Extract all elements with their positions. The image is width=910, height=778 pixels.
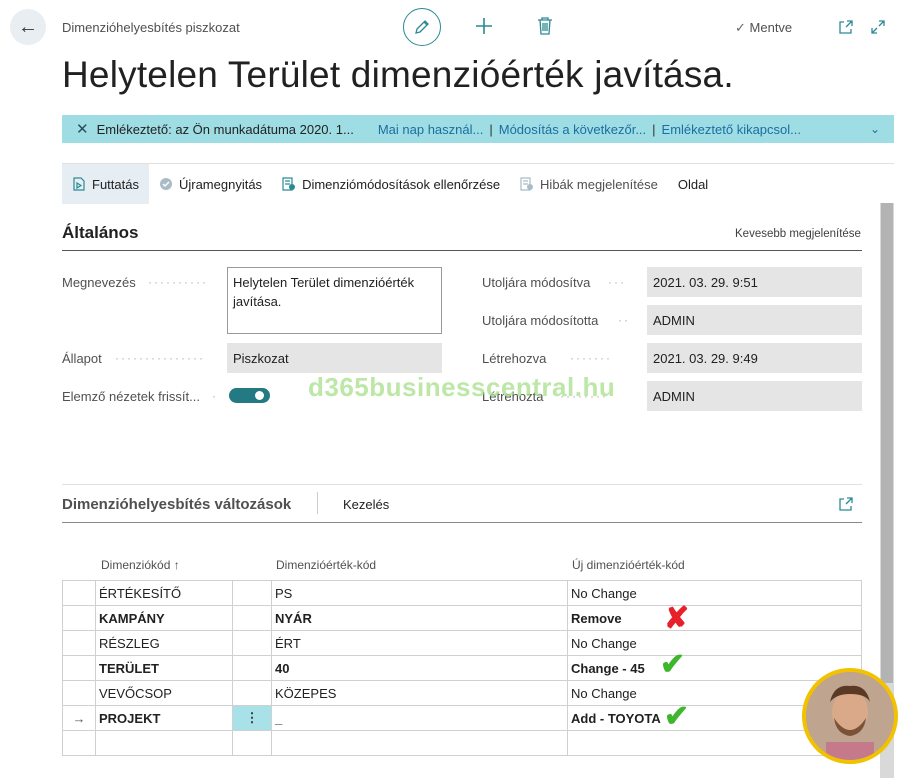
table-row[interactable]: VEVŐCSOP KÖZEPES No Change (62, 680, 862, 706)
table-row-selected[interactable]: → PROJEKT ⋮ _ Add - TOYOTA (62, 705, 862, 731)
dimension-value-cell[interactable]: ÉRT (271, 630, 568, 656)
cross-mark-icon: ✘ (664, 602, 690, 635)
saved-status: ✓ Mentve (735, 20, 793, 35)
new-value-cell[interactable]: Change - 45 (567, 655, 862, 681)
action-run[interactable]: Futtatás (62, 164, 149, 204)
column-header-dimension-code[interactable]: Dimenziókód ↑ (101, 558, 180, 572)
avatar-photo (806, 672, 894, 760)
notification-link-turn-off[interactable]: Emlékeztető kikapcsol... (662, 122, 801, 137)
manage-menu[interactable]: Kezelés (343, 497, 389, 512)
field-label-name: Megnevezés (62, 275, 136, 290)
subpage-expand-button[interactable] (838, 496, 854, 517)
scrollbar-thumb[interactable] (881, 203, 893, 683)
divider (62, 484, 862, 485)
edit-button[interactable] (403, 8, 441, 46)
created-field: 2021. 03. 29. 9:49 (647, 343, 862, 373)
dimension-code-cell[interactable]: ÉRTÉKESÍTŐ (95, 580, 233, 606)
action-check-dimension-changes[interactable]: Dimenziómódosítások ellenőrzése (272, 164, 510, 204)
dimension-value-cell[interactable]: NYÁR (271, 605, 568, 631)
column-header-new-dimension-value-code[interactable]: Új dimenzióérték-kód (572, 558, 685, 572)
breadcrumb: Dimenzióhelyesbítés piszkozat (62, 20, 240, 35)
name-field[interactable]: Helytelen Terület dimenzióérték javítása… (227, 267, 442, 334)
subpage-title: Dimenzióhelyesbítés változások (62, 496, 292, 513)
expand-button[interactable] (870, 19, 886, 40)
dimension-code-cell[interactable]: TERÜLET (95, 655, 233, 681)
open-new-window-button[interactable] (838, 19, 854, 40)
table-row[interactable]: KAMPÁNY NYÁR Remove (62, 605, 862, 631)
action-reopen[interactable]: Újramegnyitás (149, 164, 272, 204)
checkmark-icon: ✓ (735, 20, 746, 35)
new-value-cell[interactable]: No Change (567, 630, 862, 656)
dimension-value-cell[interactable]: KÖZEPES (271, 680, 568, 706)
dimension-value-cell[interactable]: _ (271, 705, 568, 731)
divider (62, 522, 862, 523)
row-actions-icon[interactable]: ⋮ (232, 705, 272, 731)
field-label-created: Létrehozva (482, 351, 547, 366)
run-icon (73, 177, 85, 191)
chevron-down-icon[interactable]: ⌄ (870, 122, 880, 136)
check-document-icon (282, 177, 296, 191)
toggle-knob (255, 391, 264, 400)
changes-table: ÉRTÉKESÍTŐ PS No Change KAMPÁNY NYÁR Rem… (62, 580, 862, 756)
close-icon[interactable]: ✕ (76, 120, 89, 138)
dimension-code-cell[interactable]: PROJEKT (95, 705, 233, 731)
page-title: Helytelen Terület dimenzióérték javítása… (62, 54, 734, 95)
person-icon (806, 672, 894, 760)
error-list-icon (520, 177, 534, 191)
column-header-dimension-value-code[interactable]: Dimenzióérték-kód (276, 558, 376, 572)
notification-link-change[interactable]: Módosítás a következőr... (499, 122, 646, 137)
sort-ascending-icon: ↑ (173, 558, 180, 572)
created-by-field: ADMIN (647, 381, 862, 411)
delete-button[interactable] (537, 17, 553, 40)
add-button[interactable] (475, 17, 493, 40)
back-button[interactable]: ← (10, 9, 46, 45)
last-modified-by-field: ADMIN (647, 305, 862, 335)
row-pointer-icon: → (62, 705, 96, 731)
divider (317, 492, 318, 514)
reopen-icon (159, 178, 172, 190)
show-less-link[interactable]: Kevesebb megjelenítése (735, 228, 861, 240)
dimension-code-cell[interactable]: VEVŐCSOP (95, 680, 233, 706)
table-row-empty[interactable] (62, 730, 862, 756)
field-label-last-modified: Utoljára módosítva (482, 275, 591, 290)
expand-icon (871, 20, 885, 34)
pencil-icon (415, 20, 429, 34)
dimension-code-cell[interactable]: RÉSZLEG (95, 630, 233, 656)
trash-icon (538, 17, 552, 35)
plus-icon (476, 18, 492, 34)
notification-message: Emlékeztető: az Ön munkadátuma 2020. 1..… (96, 121, 354, 137)
field-label-status: Állapot (62, 351, 102, 366)
action-page[interactable]: Oldal (668, 164, 718, 204)
table-row[interactable]: RÉSZLEG ÉRT No Change (62, 630, 862, 656)
notification-link-use-today[interactable]: Mai nap használ... (378, 122, 484, 137)
dimension-value-cell[interactable]: 40 (271, 655, 568, 681)
new-value-cell[interactable]: Remove (567, 605, 862, 631)
table-row[interactable]: TERÜLET 40 Change - 45 (62, 655, 862, 681)
checkmark-icon: ✔ (660, 648, 686, 681)
dimension-code-cell[interactable]: KAMPÁNY (95, 605, 233, 631)
open-in-new-window-icon (839, 497, 853, 511)
action-bar: Futtatás Újramegnyitás Dimenziómódosítás… (62, 163, 894, 204)
back-arrow-icon: ← (18, 15, 38, 38)
checkmark-icon: ✔ (664, 700, 690, 733)
new-value-cell[interactable]: No Change (567, 580, 862, 606)
field-label-last-modified-by: Utoljára módosította (482, 313, 599, 328)
field-label-analysis-views: Elemző nézetek frissít... (62, 389, 200, 404)
status-field: Piszkozat (227, 343, 442, 373)
open-in-new-window-icon (839, 20, 853, 34)
section-title-general: Általános (62, 223, 139, 242)
notification-bar: ✕ Emlékeztető: az Ön munkadátuma 2020. 1… (62, 115, 894, 143)
dimension-value-cell[interactable]: PS (271, 580, 568, 606)
last-modified-field: 2021. 03. 29. 9:51 (647, 267, 862, 297)
divider (62, 250, 862, 251)
table-row[interactable]: ÉRTÉKESÍTŐ PS No Change (62, 580, 862, 606)
action-show-errors[interactable]: Hibák megjelenítése (510, 164, 668, 204)
watermark: d365businesscentral.hu (308, 372, 616, 402)
